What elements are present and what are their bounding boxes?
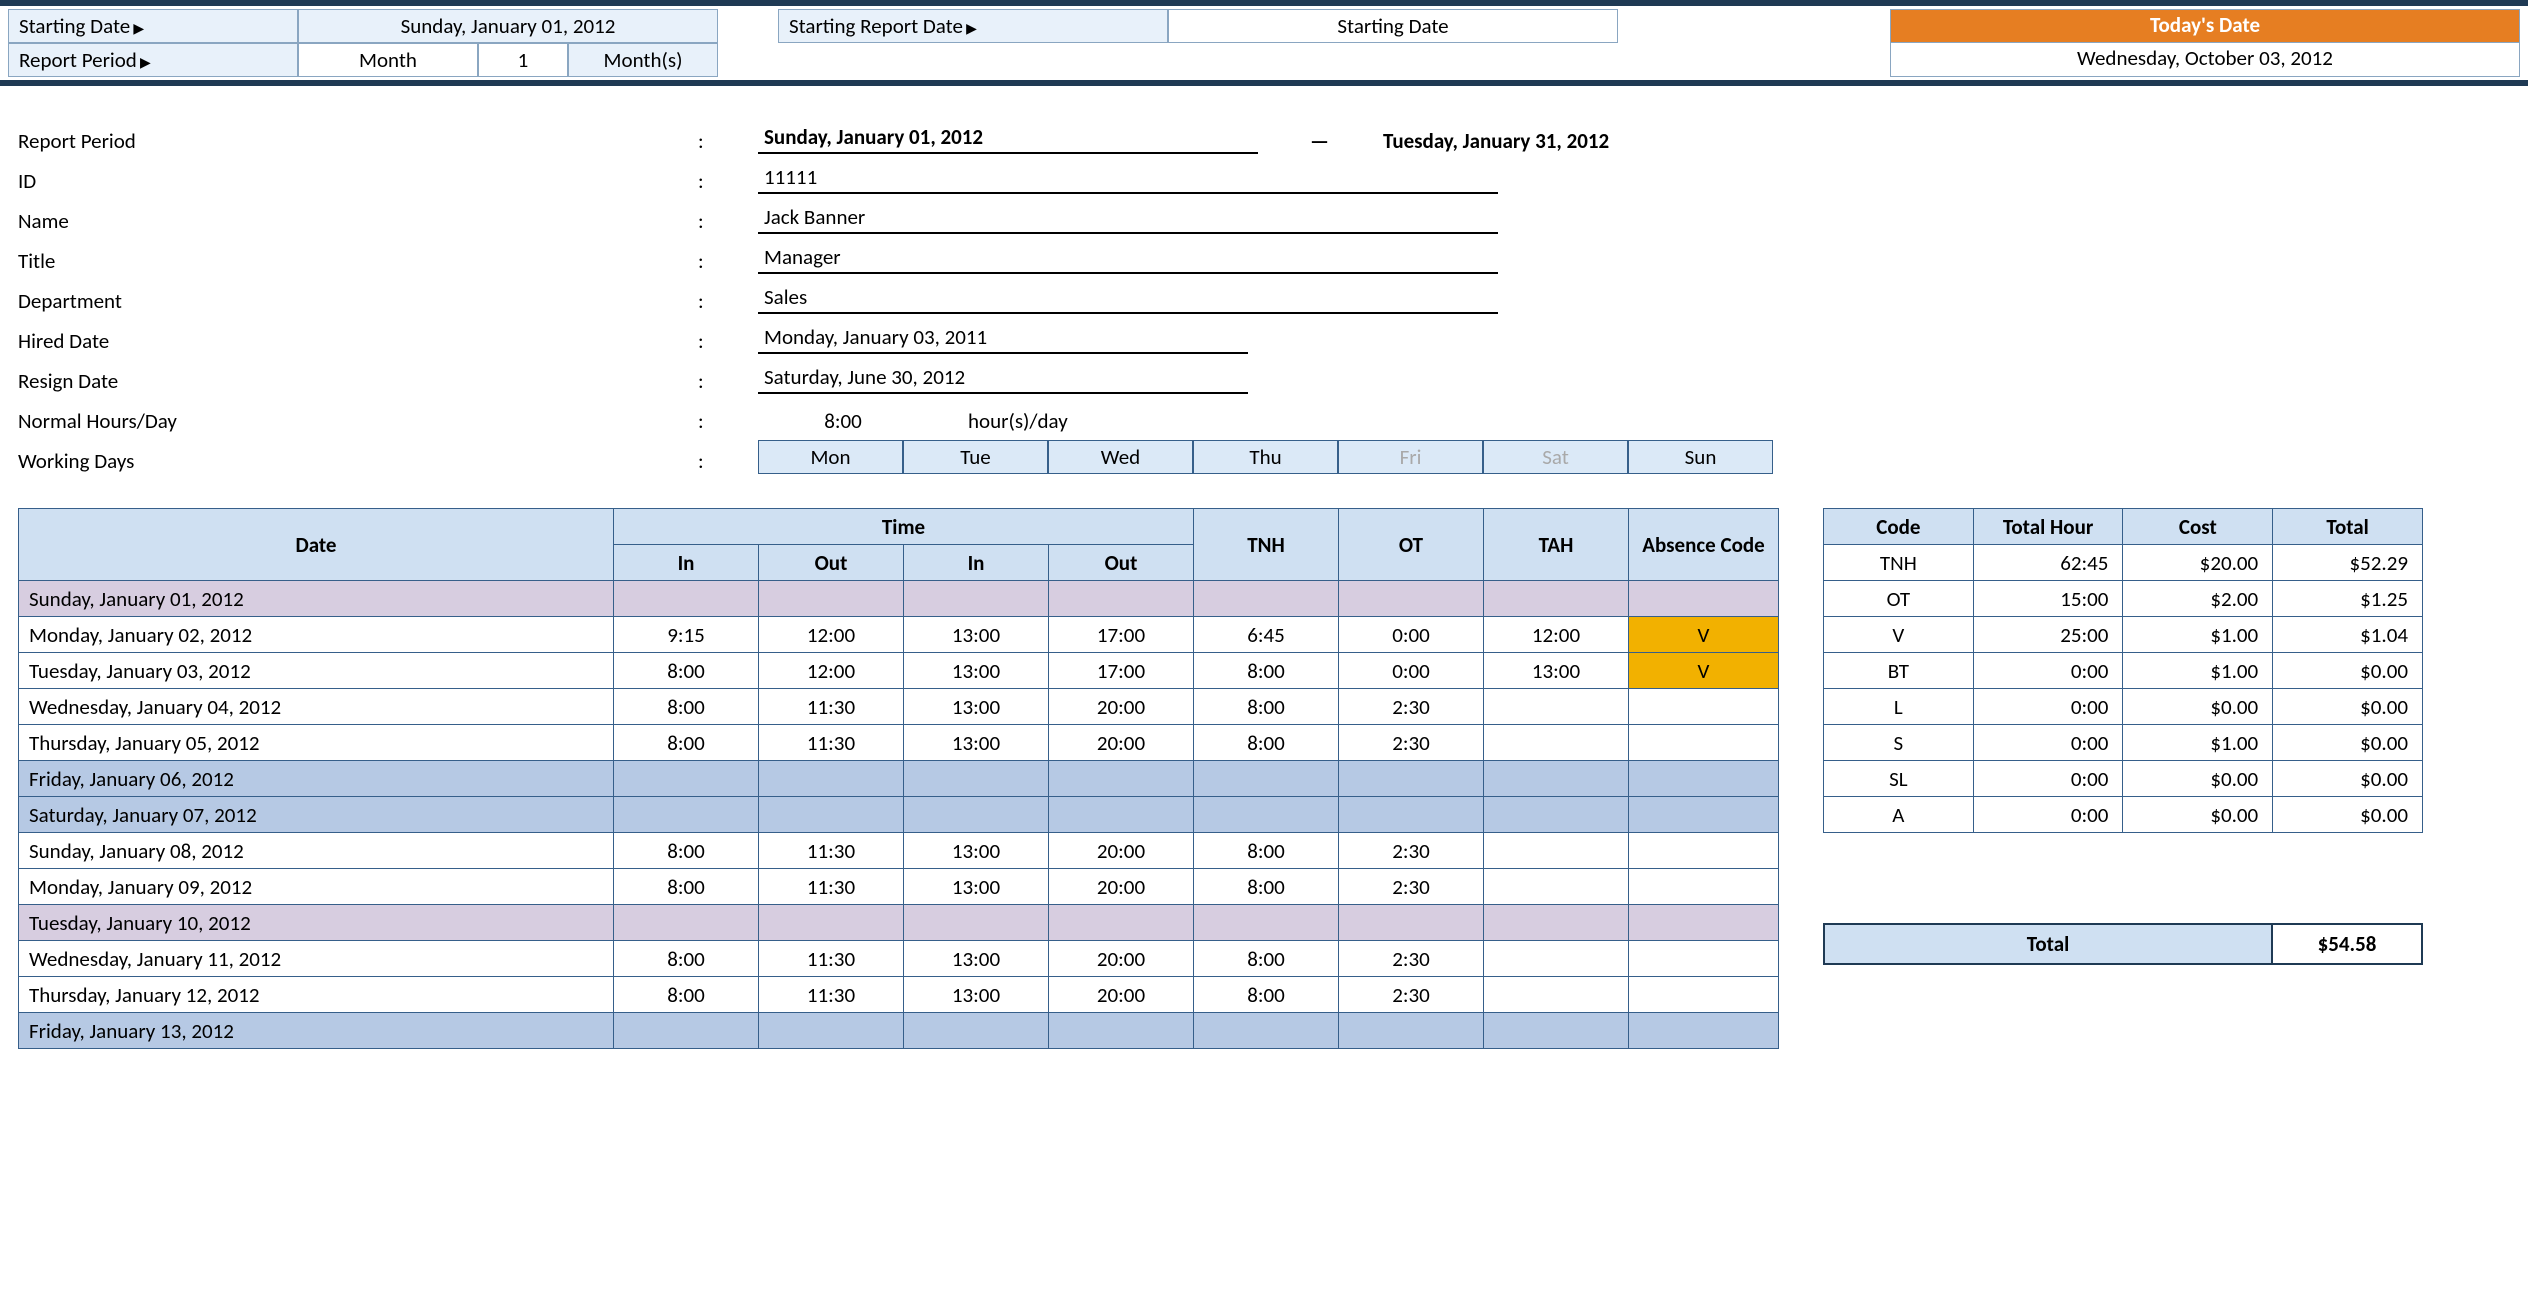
th-cost: Cost <box>2123 509 2273 545</box>
timesheet-table: Date Time TNH OT TAH Absence Code In Out… <box>18 508 1779 1049</box>
today-date-label: Today's Date <box>1890 9 2520 43</box>
working-day-sat[interactable]: Sat <box>1483 440 1628 474</box>
th-tnh: TNH <box>1194 509 1339 581</box>
report-period-dash: — <box>1298 128 1343 154</box>
grand-total: Total $54.58 <box>1823 923 2423 965</box>
table-row: Sunday, January 08, 20128:0011:3013:0020… <box>19 833 1779 869</box>
table-row: Wednesday, January 04, 20128:0011:3013:0… <box>19 689 1779 725</box>
th-code: Code <box>1824 509 1974 545</box>
report-period-end: Tuesday, January 31, 2012 <box>1383 128 1609 154</box>
th-abs: Absence Code <box>1629 509 1779 581</box>
report-period-suffix: Month(s) <box>568 43 718 77</box>
th-total-hour: Total Hour <box>1973 509 2123 545</box>
table-row: V25:00$1.00$1.04 <box>1824 617 2423 653</box>
grand-total-label: Total <box>1823 923 2273 965</box>
table-row: A0:00$0.00$0.00 <box>1824 797 2423 833</box>
th-out1: Out <box>759 545 904 581</box>
table-row: Friday, January 06, 2012 <box>19 761 1779 797</box>
employee-info: Report Period : Sunday, January 01, 2012… <box>0 86 2528 484</box>
info-normal-hours-unit: hour(s)/day <box>968 408 1068 434</box>
table-row: Friday, January 13, 2012 <box>19 1013 1779 1049</box>
table-row: TNH62:45$20.00$52.29 <box>1824 545 2423 581</box>
info-label-department: Department <box>18 288 698 314</box>
table-row: Tuesday, January 03, 20128:0012:0013:001… <box>19 653 1779 689</box>
info-label-hired: Hired Date <box>18 328 698 354</box>
starting-date-label: Starting Date <box>8 9 298 43</box>
working-day-thu[interactable]: Thu <box>1193 440 1338 474</box>
th-date: Date <box>19 509 614 581</box>
info-label-report-period: Report Period <box>18 128 698 154</box>
info-label-title: Title <box>18 248 698 274</box>
info-name: Jack Banner <box>758 204 1498 234</box>
working-day-tue[interactable]: Tue <box>903 440 1048 474</box>
report-period-num[interactable]: 1 <box>478 43 568 77</box>
th-total: Total <box>2273 509 2423 545</box>
th-in1: In <box>614 545 759 581</box>
starting-date-value[interactable]: Sunday, January 01, 2012 <box>298 9 718 43</box>
starting-report-date-label: Starting Report Date <box>778 9 1168 43</box>
grand-total-value: $54.58 <box>2273 923 2423 965</box>
table-row: Sunday, January 01, 2012 <box>19 581 1779 617</box>
info-label-normal-hours: Normal Hours/Day <box>18 408 698 434</box>
table-row: Wednesday, January 11, 20128:0011:3013:0… <box>19 941 1779 977</box>
info-hired-date: Monday, January 03, 2011 <box>758 324 1248 354</box>
working-day-fri[interactable]: Fri <box>1338 440 1483 474</box>
info-label-name: Name <box>18 208 698 234</box>
th-ot: OT <box>1339 509 1484 581</box>
info-department: Sales <box>758 284 1498 314</box>
table-row: OT15:00$2.00$1.25 <box>1824 581 2423 617</box>
summary-table: Code Total Hour Cost Total TNH62:45$20.0… <box>1823 508 2423 833</box>
table-row: BT0:00$1.00$0.00 <box>1824 653 2423 689</box>
table-row: L0:00$0.00$0.00 <box>1824 689 2423 725</box>
th-tah: TAH <box>1484 509 1629 581</box>
table-row: S0:00$1.00$0.00 <box>1824 725 2423 761</box>
th-out2: Out <box>1049 545 1194 581</box>
working-day-mon[interactable]: Mon <box>758 440 903 474</box>
table-row: Tuesday, January 10, 2012 <box>19 905 1779 941</box>
info-title: Manager <box>758 244 1498 274</box>
top-ribbon: Starting Date Sunday, January 01, 2012 R… <box>0 0 2528 86</box>
working-day-sun[interactable]: Sun <box>1628 440 1773 474</box>
info-label-resign: Resign Date <box>18 368 698 394</box>
starting-report-date-value[interactable]: Starting Date <box>1168 9 1618 43</box>
info-label-id: ID <box>18 168 698 194</box>
today-date-value: Wednesday, October 03, 2012 <box>1890 43 2520 77</box>
report-period-start: Sunday, January 01, 2012 <box>758 124 1258 154</box>
th-in2: In <box>904 545 1049 581</box>
table-row: Thursday, January 05, 20128:0011:3013:00… <box>19 725 1779 761</box>
info-normal-hours-val: 8:00 <box>758 408 928 434</box>
report-period-label: Report Period <box>8 43 298 77</box>
working-days-grid: MonTueWedThuFriSatSun <box>758 440 1773 474</box>
table-row: Thursday, January 12, 20128:0011:3013:00… <box>19 977 1779 1013</box>
info-resign-date: Saturday, June 30, 2012 <box>758 364 1248 394</box>
info-label-working-days: Working Days <box>18 448 698 474</box>
info-id: 11111 <box>758 164 1498 194</box>
table-row: Saturday, January 07, 2012 <box>19 797 1779 833</box>
table-row: SL0:00$0.00$0.00 <box>1824 761 2423 797</box>
table-row: Monday, January 02, 20129:1512:0013:0017… <box>19 617 1779 653</box>
table-row: Monday, January 09, 20128:0011:3013:0020… <box>19 869 1779 905</box>
working-day-wed[interactable]: Wed <box>1048 440 1193 474</box>
report-period-unit[interactable]: Month <box>298 43 478 77</box>
th-time: Time <box>614 509 1194 545</box>
